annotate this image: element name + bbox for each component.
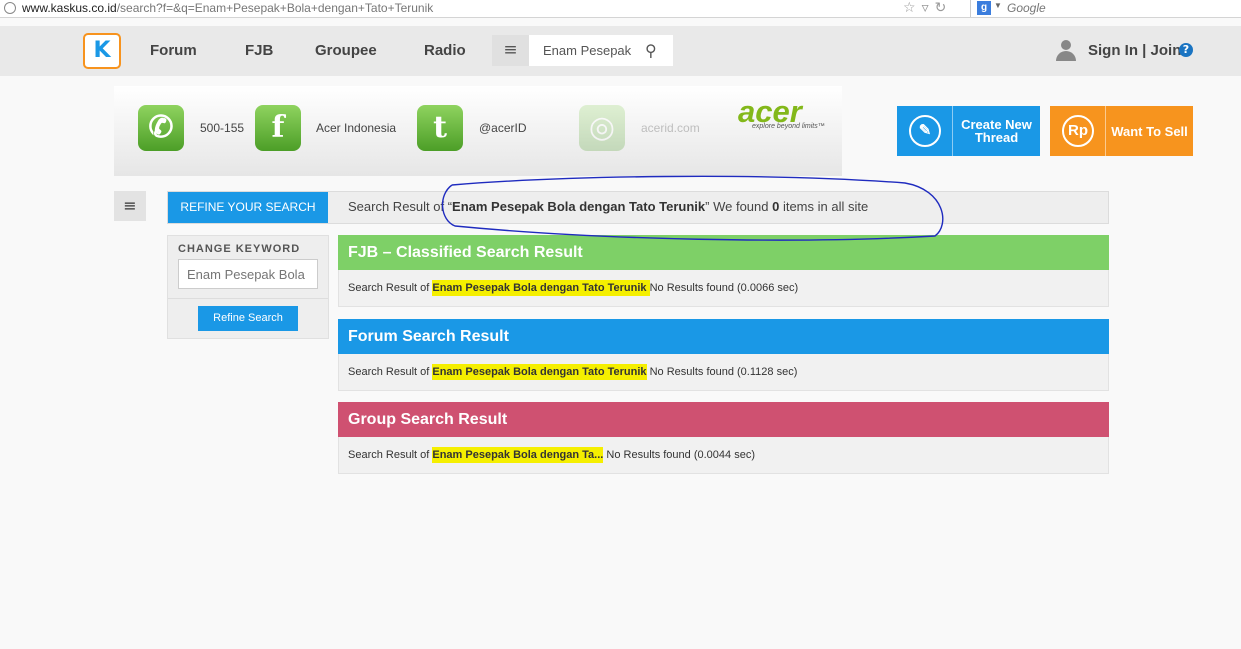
change-keyword-panel: CHANGE KEYWORD Refine Search (167, 235, 329, 339)
sidebar-toggle-icon[interactable]: ≡ (114, 191, 146, 221)
acer-banner[interactable]: ✆ 500-155 f Acer Indonesia t @acerID ◎ a… (114, 86, 842, 176)
fjb-result-status: No Results found (0.0066 sec) (649, 282, 799, 294)
fjb-result-query: Enam Pesepak Bola dengan Tato Terunik (432, 280, 650, 296)
divider (168, 298, 328, 299)
help-icon[interactable]: ? (1179, 43, 1193, 57)
pencil-icon: ✎ (897, 106, 953, 156)
keyword-input[interactable] (178, 259, 318, 289)
site-header: K Forum FJB Groupee Radio ≡ Enam Pesepak… (0, 26, 1241, 76)
search-icon[interactable]: ⚲ (645, 41, 657, 60)
rupiah-icon-label: Rp (1062, 115, 1094, 147)
rupiah-icon: Rp (1050, 106, 1106, 156)
want-to-sell-button[interactable]: Rp Want To Sell (1050, 106, 1193, 156)
web-icon: ◎ (579, 105, 625, 151)
search-engine-label: Google (1007, 1, 1046, 15)
forum-result-title[interactable]: Forum Search Result (338, 319, 1109, 354)
search-summary: Search Result of “Enam Pesepak Bola deng… (348, 199, 869, 214)
facebook-icon: f (255, 105, 301, 151)
forum-result-status: No Results found (0.1128 sec) (646, 366, 798, 378)
refine-search-tab[interactable]: REFINE YOUR SEARCH (168, 192, 328, 223)
refine-search-button[interactable]: Refine Search (198, 306, 298, 331)
browser-toolbar: www.kaskus.co.id/search?f=&q=Enam+Pesepa… (0, 0, 1241, 18)
summary-query: Enam Pesepak Bola dengan Tato Terunik (452, 199, 706, 214)
fjb-result-section: FJB – Classified Search Result Search Re… (338, 235, 1109, 307)
nav-fjb[interactable]: FJB (245, 42, 273, 59)
header-search: ≡ Enam Pesepak ⚲ (492, 35, 673, 66)
search-input[interactable]: Enam Pesepak (543, 43, 631, 58)
address-bar[interactable]: www.kaskus.co.id/search?f=&q=Enam+Pesepa… (0, 0, 965, 17)
browser-search-box[interactable]: g ▼ Google (970, 0, 1241, 17)
url-path: /search?f=&q=Enam+Pesepak+Bola+dengan+Ta… (116, 1, 434, 15)
signin-join-link[interactable]: Sign In | Join (1088, 42, 1181, 59)
banner-twitter: @acerID (479, 121, 527, 135)
banner-facebook: Acer Indonesia (316, 121, 397, 135)
sell-label: Want To Sell (1111, 123, 1188, 139)
group-result-section: Group Search Result Search Result of Ena… (338, 402, 1109, 474)
phone-icon: ✆ (138, 105, 184, 151)
nav-groupee[interactable]: Groupee (315, 42, 377, 59)
group-result-body: Search Result of Enam Pesepak Bola denga… (338, 437, 1109, 474)
refine-bar: REFINE YOUR SEARCH Search Result of “Ena… (167, 191, 1109, 224)
reload-icon[interactable]: ↻ (935, 0, 947, 16)
twitter-icon: t (417, 105, 463, 151)
change-keyword-title: CHANGE KEYWORD (178, 243, 301, 255)
forum-result-body: Search Result of Enam Pesepak Bola denga… (338, 354, 1109, 391)
nav-radio[interactable]: Radio (424, 42, 466, 59)
fjb-result-title[interactable]: FJB – Classified Search Result (338, 235, 1109, 270)
group-result-status: No Results found (0.0044 sec) (603, 449, 755, 461)
url-host: www.kaskus.co.id (22, 1, 117, 15)
create-thread-label: Create New Thread (953, 106, 1040, 156)
chevron-down-icon[interactable]: ▼ (994, 1, 1002, 10)
fjb-result-body: Search Result of Enam Pesepak Bola denga… (338, 270, 1109, 307)
kaskus-logo[interactable]: K (83, 33, 121, 69)
forum-result-section: Forum Search Result Search Result of Ena… (338, 319, 1109, 391)
star-icon[interactable]: ☆ (903, 0, 916, 16)
forum-result-query: Enam Pesepak Bola dengan Tato Terunik (432, 364, 647, 380)
create-line-2: Thread (974, 130, 1019, 145)
banner-site: acerid.com (641, 121, 700, 135)
banner-phone: 500-155 (200, 121, 245, 135)
group-result-title[interactable]: Group Search Result (338, 402, 1109, 437)
create-thread-button[interactable]: ✎ Create New Thread (897, 106, 1040, 156)
acer-tagline: explore beyond limits™ (752, 123, 825, 130)
address-bar-icons: ☆ ▿ ↻ (903, 0, 952, 17)
dropdown-arrow-icon[interactable]: ▿ (922, 0, 929, 16)
google-icon[interactable]: g (977, 1, 991, 15)
menu-icon[interactable]: ≡ (492, 35, 529, 66)
globe-icon (4, 2, 16, 14)
group-result-query: Enam Pesepak Bola dengan Ta... (432, 447, 604, 463)
user-icon[interactable] (1055, 40, 1077, 62)
nav-forum[interactable]: Forum (150, 42, 197, 59)
